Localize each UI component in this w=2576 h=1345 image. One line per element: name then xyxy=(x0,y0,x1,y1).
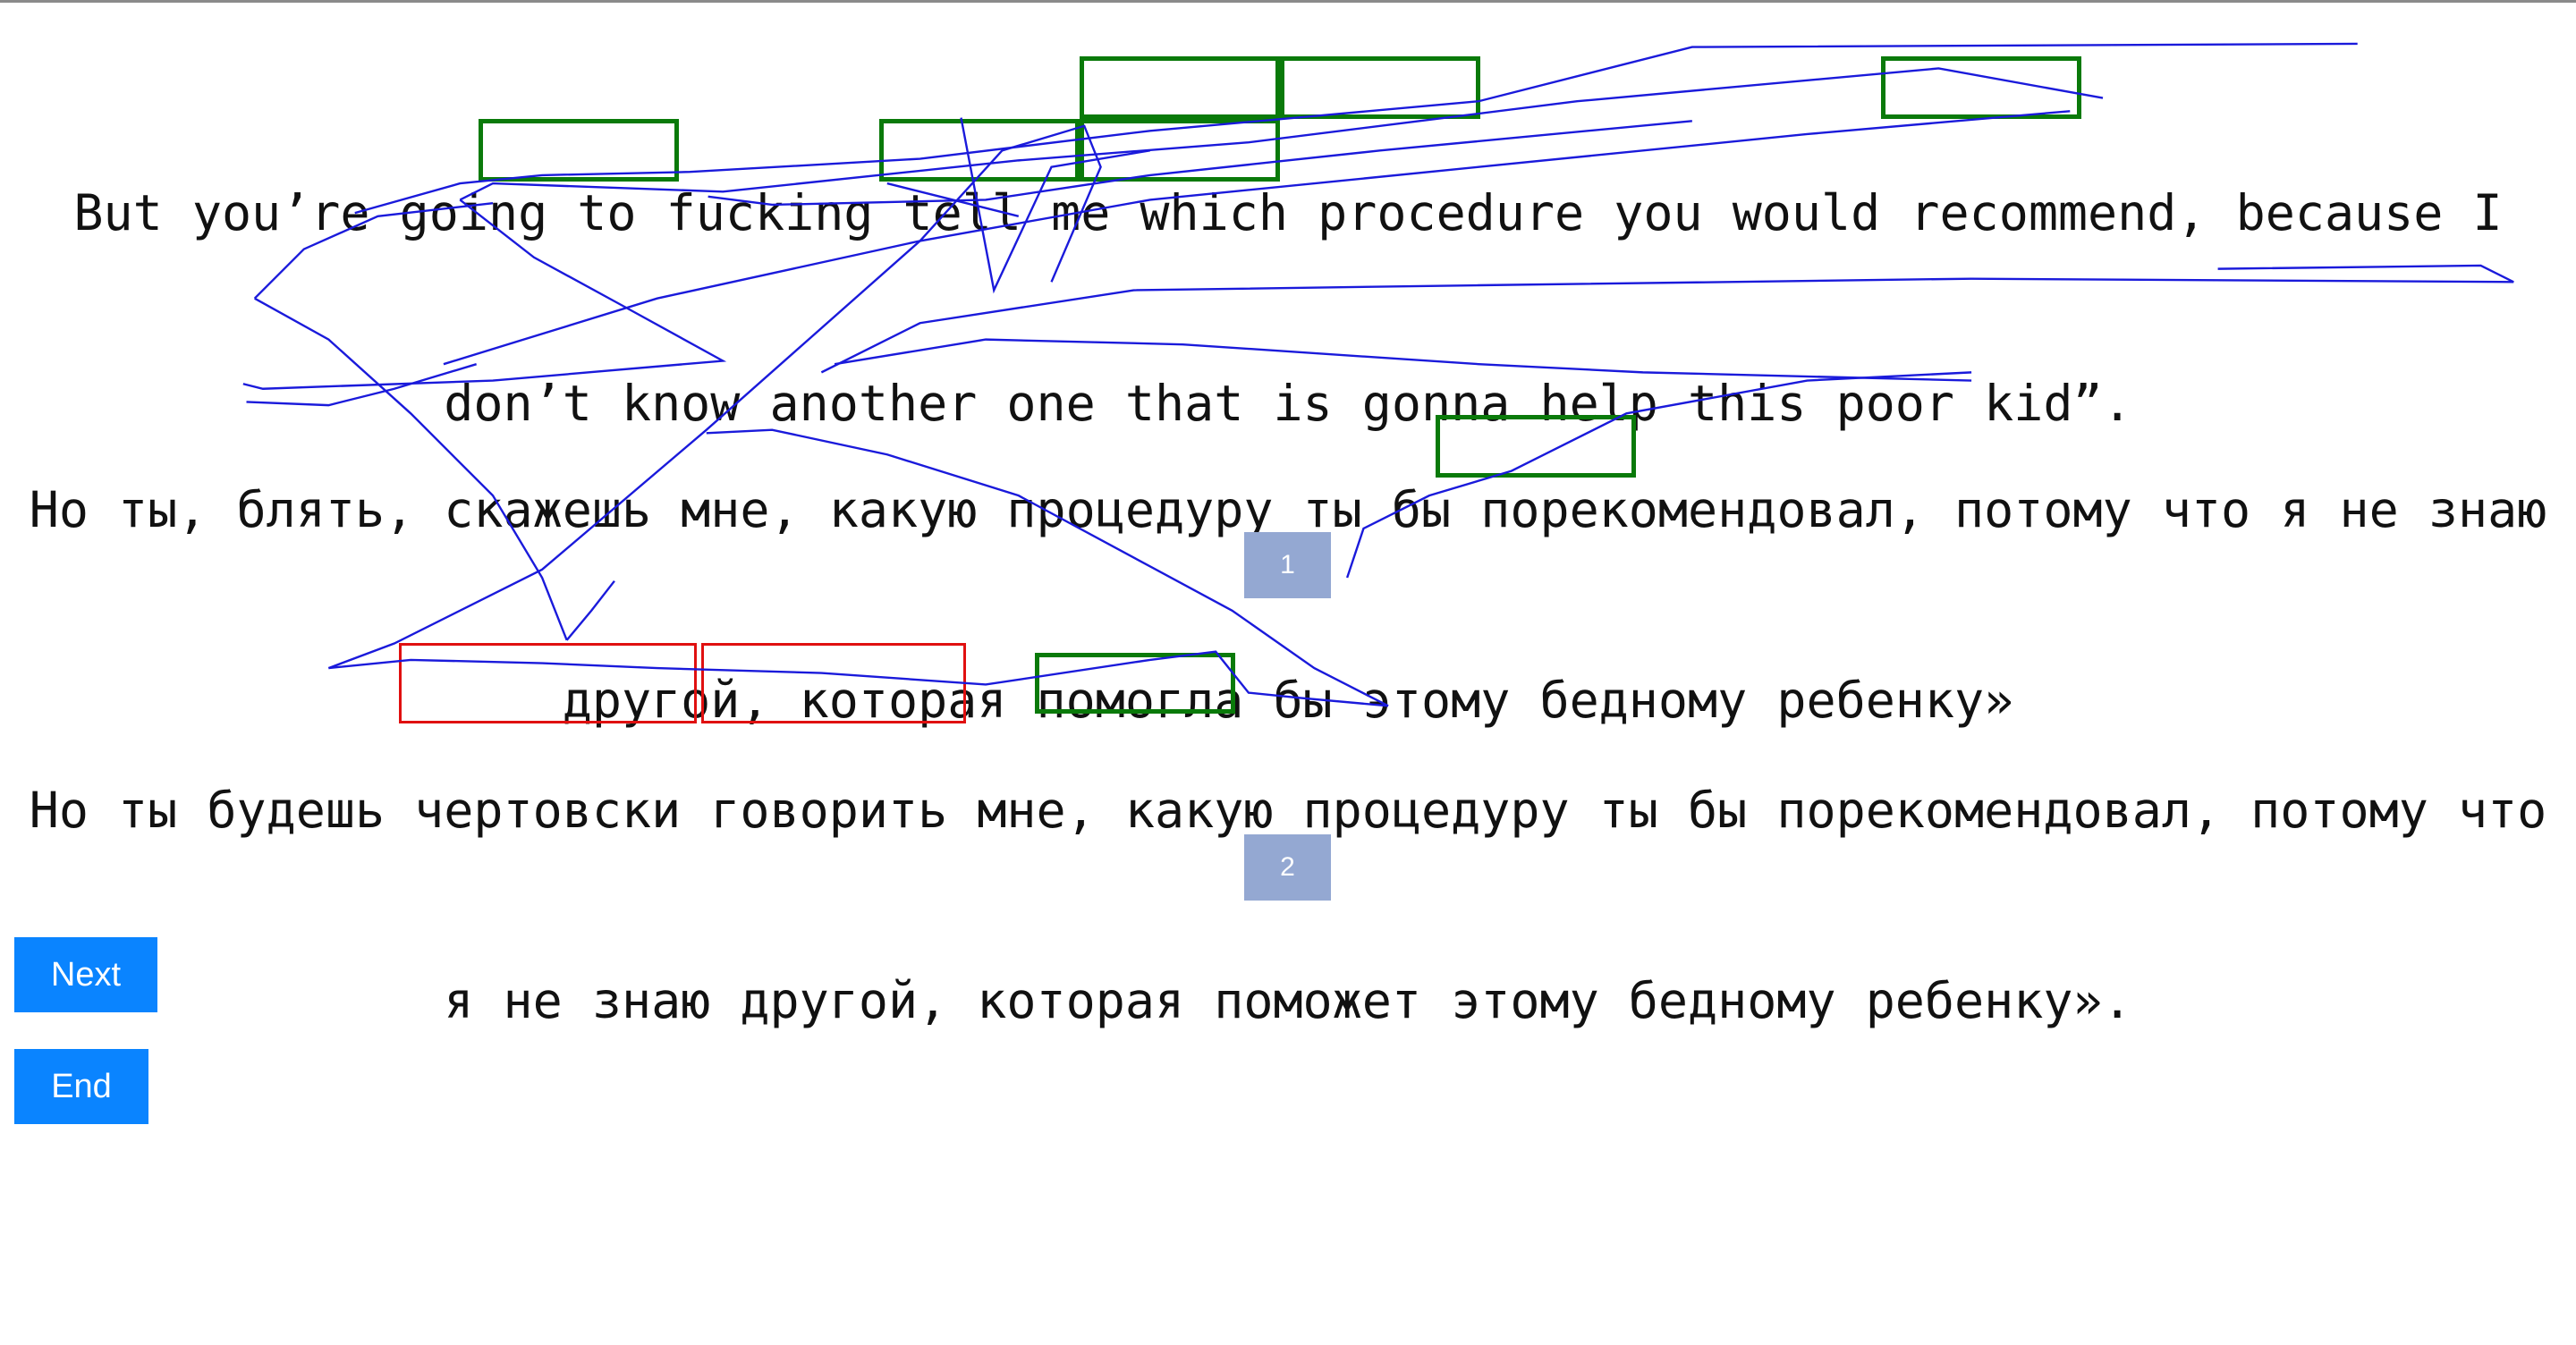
source-line: But you’re going to fucking tell me whic… xyxy=(73,184,2503,241)
error-box xyxy=(399,643,697,723)
match-box xyxy=(1280,56,1480,119)
translation-2-index-badge[interactable]: 2 xyxy=(1244,834,1331,901)
translation-line: я не знаю другой, которая поможет этому … xyxy=(444,972,2132,1029)
next-button[interactable]: Next xyxy=(14,937,157,1012)
match-box xyxy=(1080,56,1280,119)
match-box xyxy=(1436,415,1636,478)
end-button[interactable]: End xyxy=(14,1049,148,1124)
match-box xyxy=(1035,653,1235,714)
translation-line: Но ты будешь чертовски говорить мне, как… xyxy=(29,782,2547,839)
translation-1-index-badge[interactable]: 1 xyxy=(1244,532,1331,598)
match-box xyxy=(1080,119,1280,182)
match-box xyxy=(479,119,679,182)
match-box xyxy=(879,119,1080,182)
match-box xyxy=(1881,56,2081,119)
error-box xyxy=(701,643,966,723)
